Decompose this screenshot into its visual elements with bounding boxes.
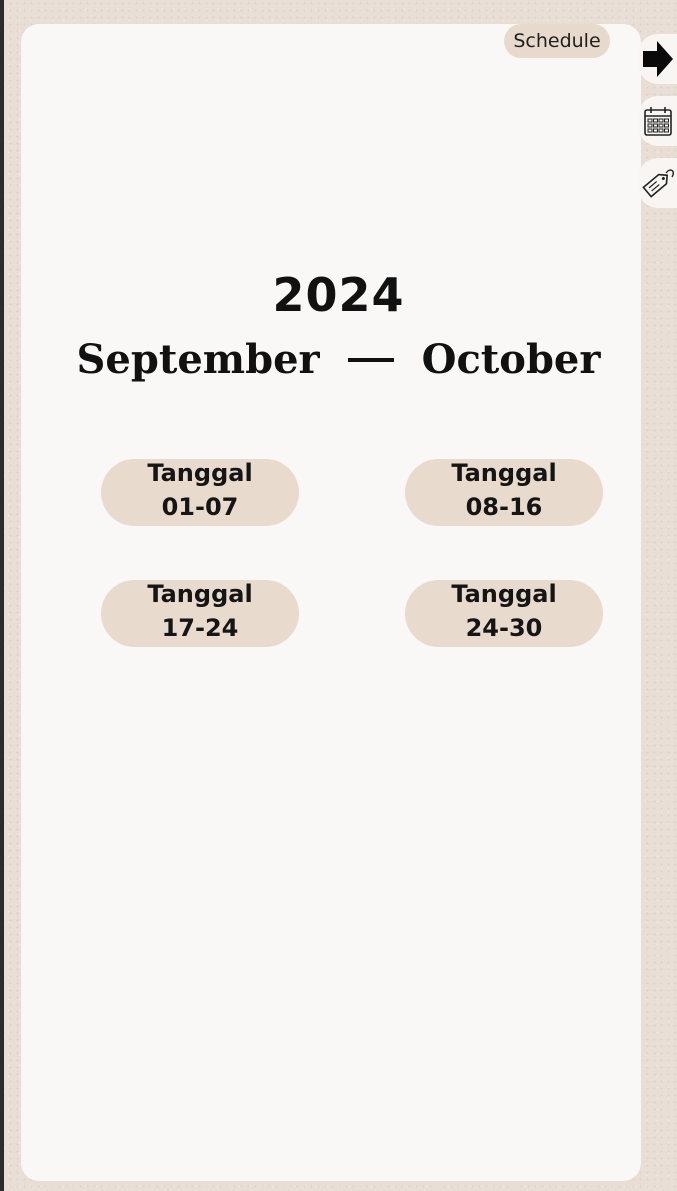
date-range-button-4[interactable]: Tanggal 24-30	[405, 580, 603, 647]
price-tag-tab[interactable]	[638, 158, 677, 208]
month-range-title: September October	[0, 336, 677, 383]
date-range-label: Tanggal	[451, 579, 557, 608]
next-page-tab[interactable]	[638, 34, 677, 84]
price-tag-icon	[641, 169, 674, 198]
schedule-tab-label: Schedule	[513, 30, 601, 52]
date-range-value: 17-24	[161, 613, 239, 642]
date-range-label: Tanggal	[451, 458, 557, 487]
date-range-value: 01-07	[161, 492, 239, 521]
schedule-tab[interactable]: Schedule	[504, 24, 610, 58]
date-range-value: 08-16	[465, 492, 543, 521]
date-range-button-2[interactable]: Tanggal 08-16	[405, 459, 603, 526]
calendar-tab[interactable]	[638, 96, 677, 146]
date-range-button-1[interactable]: Tanggal 01-07	[101, 459, 299, 526]
date-range-value: 24-30	[465, 613, 543, 642]
date-range-label: Tanggal	[147, 579, 253, 608]
window-edge	[0, 0, 4, 1191]
date-range-button-3[interactable]: Tanggal 17-24	[101, 580, 299, 647]
month-start: September	[76, 336, 320, 383]
year-title: 2024	[272, 268, 405, 322]
arrow-right-icon	[642, 41, 673, 77]
date-range-label: Tanggal	[147, 458, 253, 487]
calendar-icon	[643, 107, 672, 136]
month-range-dash	[347, 357, 394, 362]
month-end: October	[421, 336, 601, 383]
